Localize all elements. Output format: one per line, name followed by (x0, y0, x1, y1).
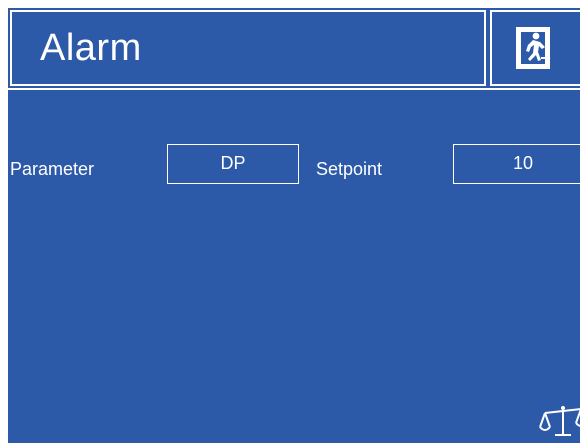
parameter-label: Parameter (10, 159, 95, 179)
parameter-field[interactable]: DP (167, 144, 299, 184)
title-bar: Alarm (10, 10, 486, 86)
page-title: Alarm (40, 27, 142, 69)
exit-button[interactable] (490, 10, 580, 86)
emergency-exit-icon (516, 27, 551, 69)
setpoint-label: Setpoint (316, 159, 383, 179)
setpoint-field[interactable]: 10 (453, 144, 580, 184)
header-divider (8, 88, 580, 90)
balance-scale-icon[interactable] (539, 403, 580, 439)
alarm-screen: Alarm Parameter DP Setpoint 10 (8, 8, 580, 443)
